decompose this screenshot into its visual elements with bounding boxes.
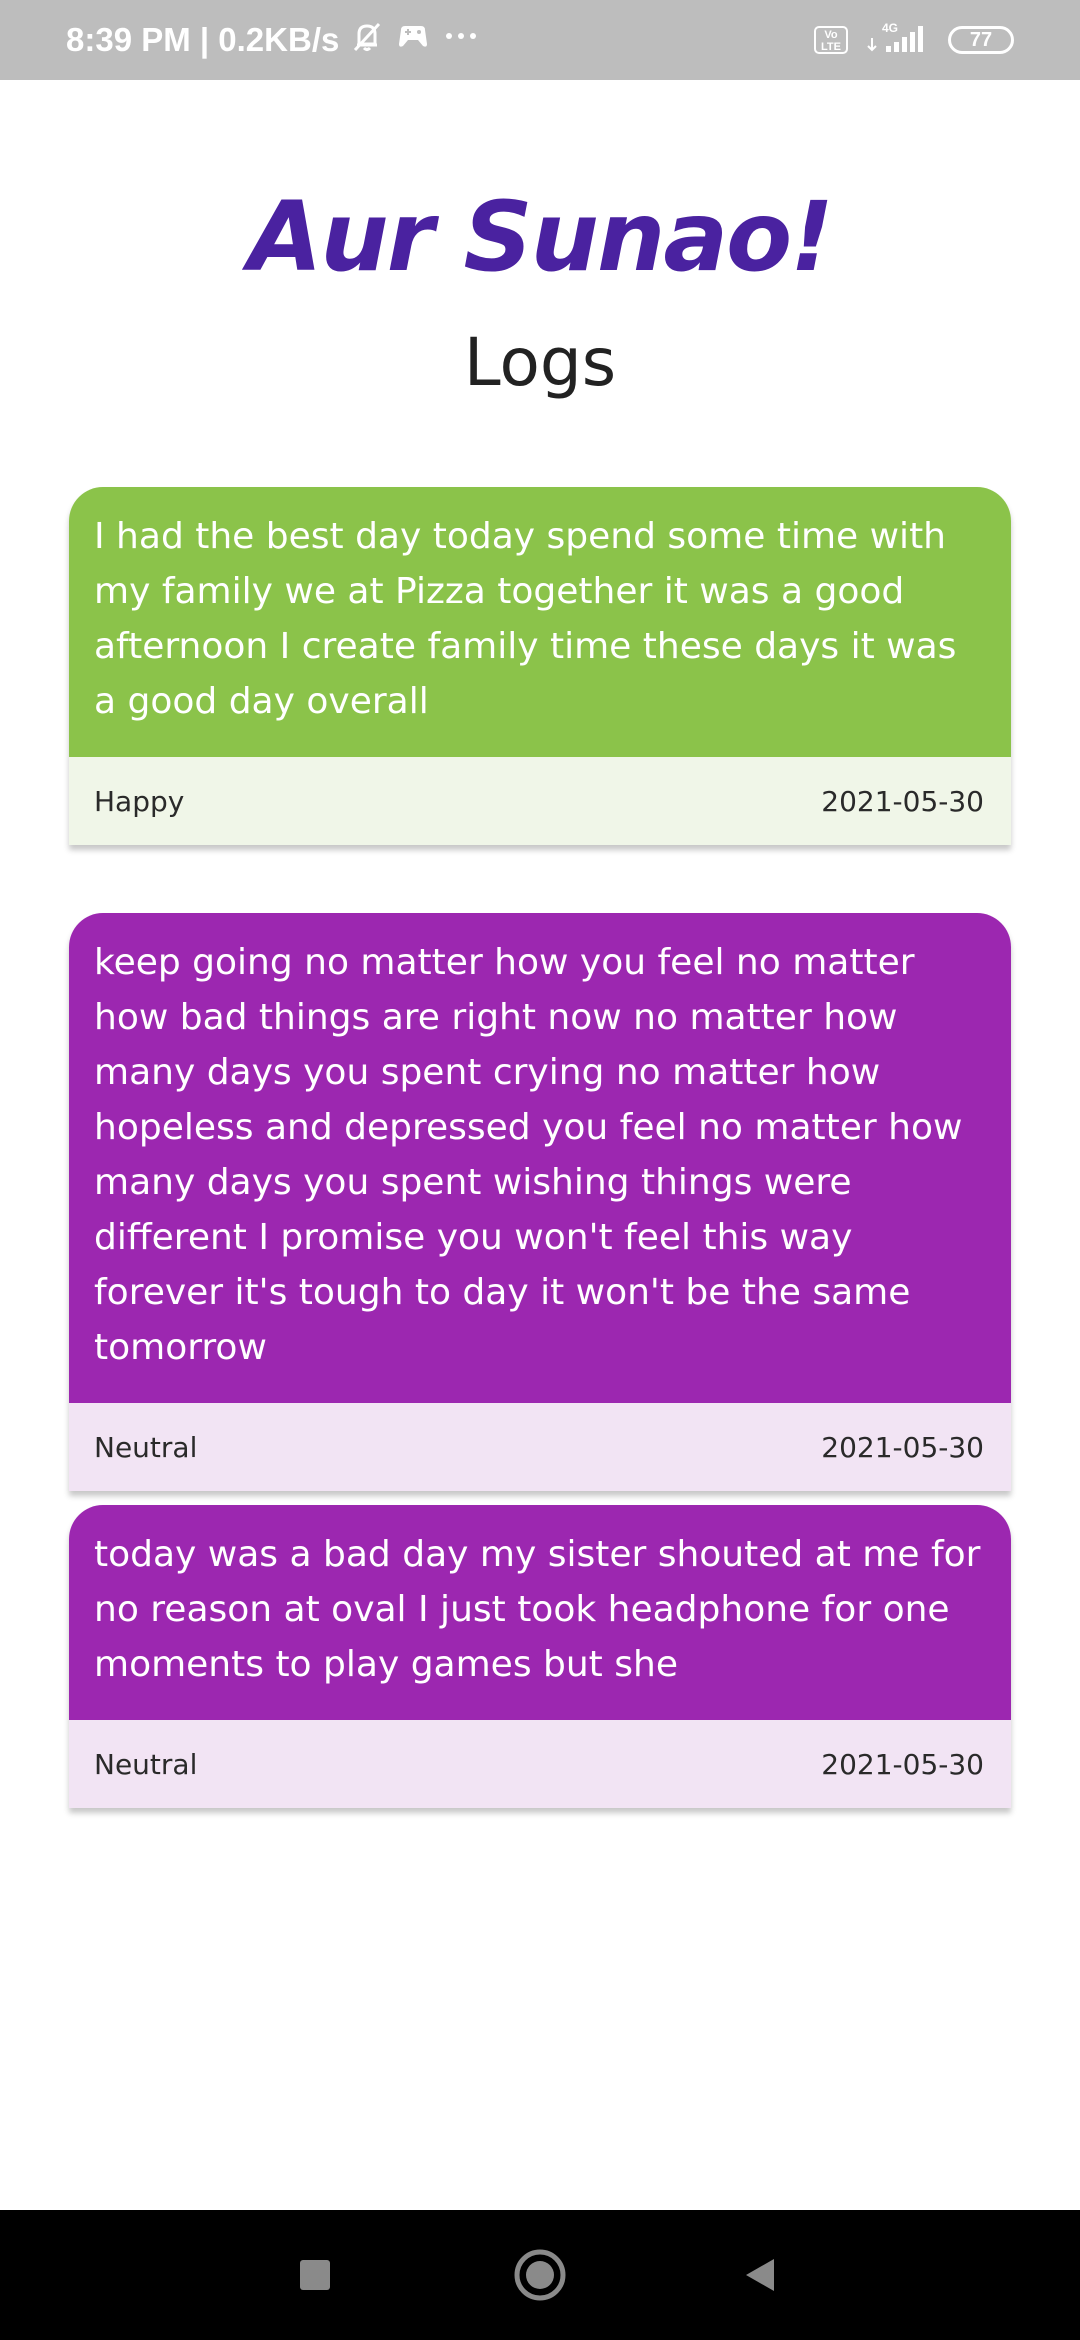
log-date: 2021-05-30 — [821, 1430, 984, 1464]
log-footer: Neutral 2021-05-30 — [69, 1720, 1011, 1808]
log-date: 2021-05-30 — [821, 784, 984, 818]
navigation-bar — [0, 2210, 1080, 2340]
status-left: 8:39 PM | 0.2KB/s — [66, 0, 481, 80]
game-icon — [395, 18, 431, 62]
log-mood: Neutral — [94, 1747, 198, 1781]
status-time-speed: 8:39 PM | 0.2KB/s — [66, 21, 340, 58]
log-text: I had the best day today spend some time… — [69, 487, 1011, 757]
status-right: Vo LTE 4G 77 — [814, 0, 1014, 80]
status-bar: 8:39 PM | 0.2KB/s Vo LTE 4G 77 — [0, 0, 1080, 80]
more-icon — [441, 18, 481, 62]
home-icon[interactable] — [480, 2210, 600, 2340]
log-mood: Neutral — [94, 1430, 198, 1464]
log-date: 2021-05-30 — [821, 1747, 984, 1781]
log-mood: Happy — [94, 784, 185, 818]
log-text: keep going no matter how you feel no mat… — [69, 913, 1011, 1403]
network-label: 4G — [882, 21, 898, 35]
log-text: today was a bad day my sister shouted at… — [69, 1505, 1011, 1720]
log-card[interactable]: I had the best day today spend some time… — [69, 487, 1011, 845]
log-footer: Happy 2021-05-30 — [69, 757, 1011, 845]
log-card[interactable]: today was a bad day my sister shouted at… — [69, 1505, 1011, 1808]
page-title: Logs — [463, 324, 617, 401]
back-icon[interactable] — [700, 2210, 820, 2340]
signal-icon: 4G — [864, 20, 928, 61]
battery-icon: 77 — [948, 26, 1014, 54]
recents-icon[interactable] — [255, 2210, 375, 2340]
log-card[interactable]: keep going no matter how you feel no mat… — [69, 913, 1011, 1491]
app-title: Aur Sunao! — [248, 181, 834, 293]
mute-icon — [349, 18, 385, 62]
log-footer: Neutral 2021-05-30 — [69, 1403, 1011, 1491]
volte-icon: Vo LTE — [814, 26, 848, 54]
